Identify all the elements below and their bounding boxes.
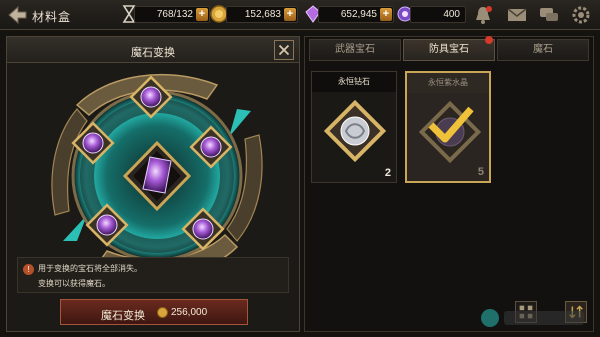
gem-exchange-panel: 魔石变换 ! 用于变换的宝石将全部消失。 变换可以获得魔石。 魔石变换 256,… [6,36,300,332]
item-count: 2 [384,167,391,179]
notification-bell-icon[interactable] [472,5,494,25]
chat-icon[interactable] [538,5,560,25]
stamina-add-button[interactable]: + [196,8,208,21]
exchange-cost: 256,000 [171,307,208,318]
page-title: 材料盒 [32,10,72,24]
top-bar: 材料盒 768/132 + 152,683 + 652,945 + 400 [0,0,600,30]
mail-icon[interactable] [506,5,528,25]
gem-exchange-button[interactable]: 魔石变换 256,000 [60,299,248,325]
diamond-gem-icon [323,99,387,163]
stamina-value: 768/132 [156,9,193,20]
new-badge [485,36,493,44]
gold-value: 152,683 [244,9,281,20]
crystal-counter: 652,945 + [318,6,394,23]
gold-add-button[interactable]: + [284,8,296,21]
item-count: 5 [477,166,484,178]
tab-weapon-gems[interactable]: 武器宝石 [309,39,401,61]
gem-item-amethyst[interactable]: 永恒紫水晶 5 [405,71,491,183]
panel-header: 魔石变换 [7,37,299,63]
exchange-wheel [51,73,263,277]
tab-magic-stones[interactable]: 魔石 [497,39,589,61]
premium-value: 400 [443,9,460,20]
crystal-value: 652,945 [340,9,377,20]
gold-counter: 152,683 + [226,6,298,23]
exchange-button-label: 魔石变换 [101,310,145,322]
info-line-2: 变换可以获得魔石。 [38,279,110,288]
premium-counter: 400 [410,6,466,23]
warning-icon: ! [23,264,34,275]
info-line-1: 用于变换的宝石将全部消失。 [38,264,142,273]
item-name: 永恒紫水晶 [407,73,489,93]
panel-title: 魔石变换 [131,47,175,59]
gem-inventory-panel: 武器宝石 防具宝石 魔石 永恒钻石 2 永恒紫水晶 5 [304,36,594,332]
crystal-add-button[interactable]: + [380,8,392,21]
settings-gear-icon[interactable] [570,5,592,25]
close-icon[interactable] [274,40,294,60]
gold-coin-icon [157,307,168,318]
info-notice: ! 用于变换的宝石将全部消失。 变换可以获得魔石。 [17,257,289,293]
checkmark-icon [428,106,474,143]
gem-item-diamond[interactable]: 永恒钻石 2 [311,71,397,183]
item-name: 永恒钻石 [312,72,396,92]
watermark-logo-icon [481,309,584,327]
back-arrow-icon[interactable] [4,3,30,27]
tab-armor-gems[interactable]: 防具宝石 [403,39,495,61]
stamina-counter: 768/132 + [134,6,210,23]
